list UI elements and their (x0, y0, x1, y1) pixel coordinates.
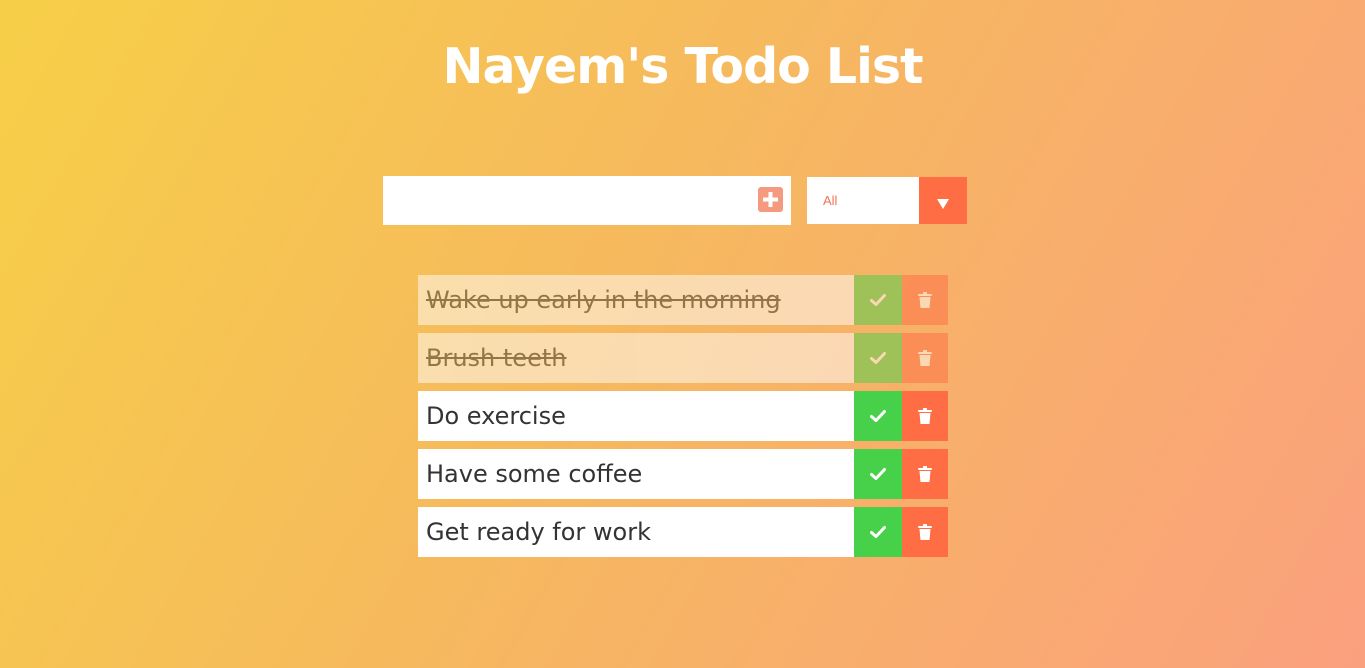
todo-text: Wake up early in the morning (418, 275, 854, 325)
todo-item: Get ready for work (418, 507, 948, 557)
delete-button[interactable] (902, 391, 948, 441)
todo-text: Have some coffee (418, 449, 854, 499)
todo-item: Have some coffee (418, 449, 948, 499)
complete-button[interactable] (854, 333, 902, 383)
complete-button[interactable] (854, 391, 902, 441)
trash-icon (918, 466, 932, 482)
filter-dropdown-button[interactable] (919, 177, 967, 224)
delete-button[interactable] (902, 449, 948, 499)
todo-item: Wake up early in the morning (418, 275, 948, 325)
todo-text: Get ready for work (418, 507, 854, 557)
complete-button[interactable] (854, 449, 902, 499)
todo-form (383, 176, 791, 225)
todo-list: Wake up early in the morning Brush teeth (418, 275, 948, 565)
todo-text: Brush teeth (418, 333, 854, 383)
trash-icon (918, 292, 932, 308)
trash-icon (918, 350, 932, 366)
delete-button[interactable] (902, 333, 948, 383)
todo-input[interactable] (383, 176, 743, 225)
todo-item: Do exercise (418, 391, 948, 441)
check-icon (870, 352, 886, 364)
check-icon (870, 294, 886, 306)
plus-icon (763, 192, 778, 207)
delete-button[interactable] (902, 275, 948, 325)
delete-button[interactable] (902, 507, 948, 557)
check-icon (870, 468, 886, 480)
todo-item: Brush teeth (418, 333, 948, 383)
todo-text: Do exercise (418, 391, 854, 441)
caret-down-icon (937, 199, 949, 209)
check-icon (870, 410, 886, 422)
trash-icon (918, 408, 932, 424)
complete-button[interactable] (854, 275, 902, 325)
trash-icon (918, 524, 932, 540)
page-title: Nayem's Todo List (442, 38, 923, 95)
filter-select[interactable]: All (807, 177, 967, 224)
complete-button[interactable] (854, 507, 902, 557)
filter-selected-value: All (823, 193, 838, 208)
check-icon (870, 526, 886, 538)
add-todo-button[interactable] (758, 187, 783, 212)
